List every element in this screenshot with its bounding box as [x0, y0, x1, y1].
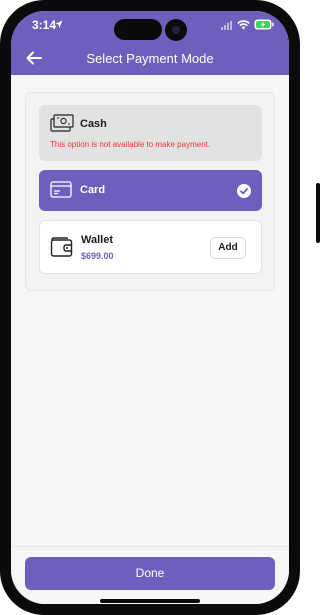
wallet-label: Wallet — [81, 234, 113, 246]
status-time: 3:14 — [32, 18, 57, 32]
power-button — [316, 183, 320, 243]
card-icon — [50, 181, 72, 198]
screen: 3:14 Select Payment Mode Cash This optio… — [11, 11, 289, 604]
cash-icon — [50, 114, 74, 132]
payment-option-cash[interactable]: Cash This option is not available to mak… — [39, 105, 262, 161]
card-label: Card — [80, 184, 106, 196]
front-camera — [165, 19, 187, 41]
footer-divider — [11, 546, 289, 547]
wallet-balance: $699.00 — [81, 251, 114, 261]
payment-option-card[interactable]: Card — [39, 170, 262, 211]
mute-switch — [0, 122, 4, 144]
app-header: 3:14 Select Payment Mode — [11, 11, 289, 75]
cash-label: Cash — [80, 118, 107, 130]
cellular-signal-icon — [221, 20, 233, 30]
dynamic-island — [114, 19, 162, 40]
battery-charging-icon — [254, 19, 274, 30]
content-area: Cash This option is not available to mak… — [11, 75, 289, 604]
cash-unavailable-note: This option is not available to make pay… — [50, 140, 211, 149]
payment-option-wallet[interactable]: Wallet $699.00 Add — [39, 220, 262, 274]
add-wallet-money-button[interactable]: Add — [210, 237, 246, 259]
payment-options-panel: Cash This option is not available to mak… — [25, 92, 275, 291]
selected-check-icon — [237, 184, 251, 198]
done-button[interactable]: Done — [25, 557, 275, 590]
volume-button — [0, 166, 4, 210]
phone-frame: 3:14 Select Payment Mode Cash This optio… — [0, 0, 300, 615]
wallet-icon — [50, 237, 73, 257]
wifi-icon — [237, 19, 250, 29]
status-icons — [221, 19, 274, 30]
page-title: Select Payment Mode — [86, 51, 214, 66]
location-arrow-icon — [55, 20, 63, 28]
home-indicator — [100, 599, 200, 603]
